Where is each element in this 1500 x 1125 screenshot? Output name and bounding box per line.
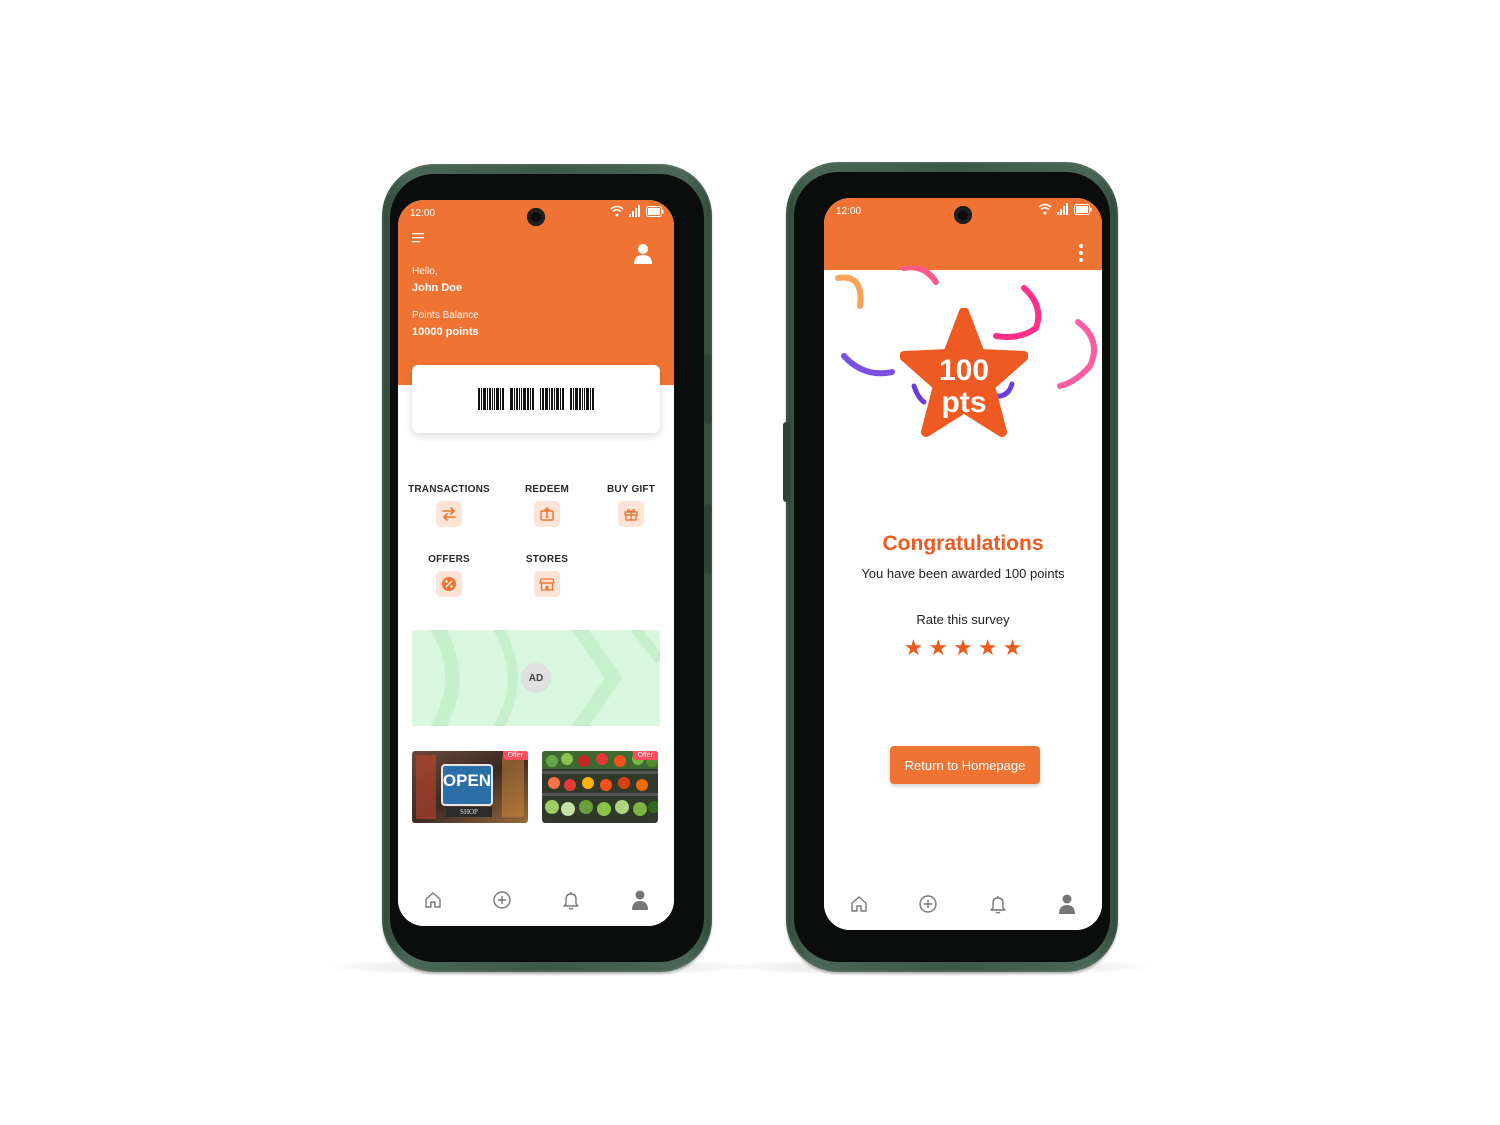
return-to-homepage-button[interactable]: Return to Homepage [890, 746, 1040, 784]
transfer-icon [436, 501, 462, 527]
volume-button [704, 354, 711, 424]
ad-banner[interactable]: AD [412, 630, 660, 726]
action-label: STORES [525, 554, 569, 565]
profile-icon [631, 890, 648, 910]
bottom-nav [824, 878, 1102, 930]
wifi-icon [610, 205, 624, 217]
nav-notifications[interactable] [556, 885, 586, 915]
home-screen: 12:00 Hello, John Doe Points Balance 100… [398, 200, 674, 926]
action-label: TRANSACTIONS [408, 484, 490, 495]
barcode-card[interactable] [412, 365, 660, 433]
nav-add[interactable] [913, 889, 943, 919]
shop-sign-text: SHOP [460, 808, 478, 816]
phone-congrats: 12:00 100 pts Congratulations You have b… [783, 162, 1118, 972]
signal-icon [1057, 203, 1068, 215]
redeem-icon [534, 501, 560, 527]
star-4[interactable]: ★ [978, 638, 998, 660]
offer-card-shop[interactable]: OPEN SHOP Offer [412, 751, 528, 823]
rate-survey-label: Rate this survey [916, 612, 1010, 627]
badge-points-unit: pts [941, 386, 987, 419]
greeting-label: Hello, [412, 266, 438, 277]
profile-icon [1059, 894, 1076, 914]
offer-tag: Offer [632, 751, 658, 760]
nav-home[interactable] [844, 889, 874, 919]
congrats-screen: 12:00 100 pts Congratulations You have b… [824, 198, 1102, 930]
more-options-icon[interactable] [1078, 244, 1084, 265]
battery-icon [1074, 203, 1092, 215]
wifi-icon [1038, 203, 1052, 215]
action-transactions[interactable]: TRANSACTIONS [404, 484, 494, 527]
phone-home: 12:00 Hello, John Doe Points Balance 100… [382, 164, 712, 972]
grocery-image [542, 751, 658, 823]
action-label: OFFERS [428, 554, 470, 565]
battery-icon [646, 205, 664, 217]
congratulations-title: Congratulations [882, 532, 1044, 555]
power-button [704, 504, 711, 574]
star-3[interactable]: ★ [953, 638, 973, 660]
home-icon [851, 896, 867, 912]
star-5[interactable]: ★ [1003, 638, 1023, 660]
open-sign-text: OPEN [442, 771, 492, 790]
action-label: BUY GIFT [606, 484, 656, 495]
user-name: John Doe [412, 282, 463, 294]
front-camera [527, 208, 545, 226]
add-circle-icon [492, 891, 511, 909]
nav-add[interactable] [487, 885, 517, 915]
bottom-nav [398, 874, 674, 926]
nav-notifications[interactable] [983, 889, 1013, 919]
offer-percent-icon [436, 571, 462, 597]
nav-home[interactable] [418, 885, 448, 915]
action-label: REDEEM [525, 484, 569, 495]
add-circle-icon [919, 895, 937, 913]
points-balance-value: 10000 points [412, 326, 479, 338]
volume-button [783, 422, 790, 502]
home-icon [424, 892, 441, 908]
rating-stars: ★ ★ ★ ★ ★ [824, 638, 1102, 660]
barcode [478, 388, 594, 410]
home-header: 12:00 Hello, John Doe Points Balance 100… [398, 200, 674, 385]
awarded-message: You have been awarded 100 points [861, 566, 1065, 581]
bell-icon [562, 892, 579, 910]
badge-points-value: 100 [938, 354, 990, 387]
ad-label: AD [521, 663, 551, 693]
action-redeem[interactable]: REDEEM [502, 484, 592, 527]
star-1[interactable]: ★ [904, 638, 924, 660]
status-time: 12:00 [836, 206, 862, 217]
action-offers[interactable]: OFFERS [404, 554, 494, 597]
gift-icon [618, 501, 644, 527]
status-time: 12:00 [410, 208, 436, 219]
bell-icon [990, 896, 1006, 914]
nav-profile[interactable] [625, 885, 655, 915]
nav-profile[interactable] [1052, 889, 1082, 919]
offer-card-grocery[interactable]: Offer [542, 751, 658, 823]
action-stores[interactable]: STORES [502, 554, 592, 597]
menu-icon[interactable] [412, 232, 426, 244]
points-balance-label: Points Balance [412, 310, 479, 321]
front-camera [954, 206, 972, 224]
offer-tag: Offer [502, 751, 528, 760]
star-2[interactable]: ★ [928, 638, 948, 660]
store-icon [534, 571, 560, 597]
action-buy-gift[interactable]: BUY GIFT [586, 484, 674, 527]
profile-icon[interactable] [634, 244, 652, 264]
signal-icon [629, 205, 640, 217]
